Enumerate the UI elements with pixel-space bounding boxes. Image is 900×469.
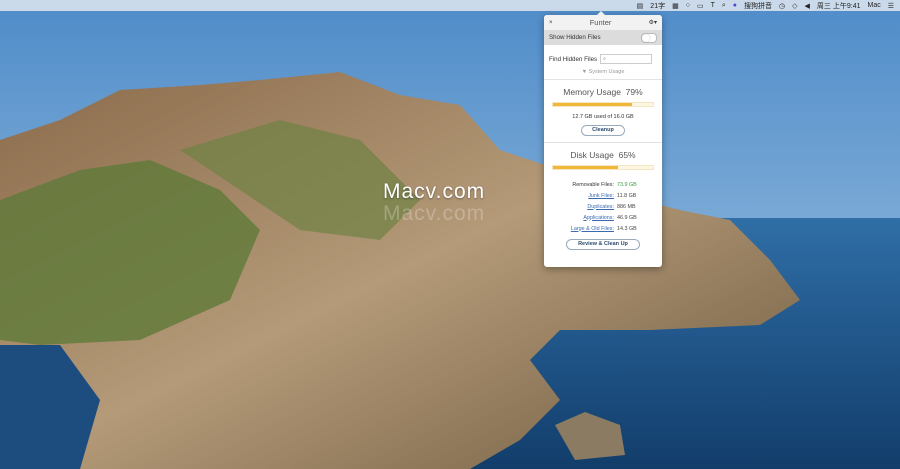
show-hidden-label: Show Hidden Files (549, 34, 601, 41)
disk-stat-value: 14.3 GB (617, 225, 637, 232)
cleanup-button[interactable]: Cleanup (581, 125, 625, 136)
grid-icon[interactable]: ▦ (672, 2, 679, 10)
system-usage-label: System Usage (588, 69, 625, 75)
disk-stat-value: 11.8 GB (617, 192, 637, 199)
watermark-shadow: Macv.com (383, 202, 486, 225)
user-name[interactable]: Mac (867, 2, 880, 9)
time-machine-icon[interactable]: ◷ (779, 2, 785, 10)
menu-bar: ▤ 21字 ▦ ○ ▭ T ⌕ ● 搜狗拼音 ◷ ◇ ◀ 周三 上午9:41 M… (0, 0, 900, 11)
memory-usage-percent: 79% (625, 87, 643, 97)
clock[interactable]: 周三 上午9:41 (817, 1, 861, 11)
find-hidden-label: Find Hidden Files (549, 55, 598, 63)
find-hidden-input[interactable]: ⌕ (600, 54, 653, 64)
circle-icon[interactable]: ○ (686, 2, 690, 9)
input-method[interactable]: 搜狗拼音 (744, 1, 772, 11)
disk-stat-row: Removable Files: 73.9 GB (544, 179, 662, 190)
memory-usage-note: 12.7 GB used of 16.0 GB (572, 114, 634, 120)
disk-stat-link[interactable]: Large & Old Files: (571, 226, 614, 232)
siri-icon[interactable]: ● (733, 2, 737, 9)
show-hidden-toggle[interactable] (641, 32, 657, 43)
watermark: Macv.com (383, 180, 486, 203)
popup-title: Funter (589, 18, 612, 27)
disk-stat-value: 886 MB (617, 203, 636, 210)
search-icon[interactable]: ⌕ (722, 2, 726, 10)
disk-stat-label: Removable Files: (572, 181, 614, 188)
gear-icon[interactable]: ⚙▾ (649, 19, 657, 26)
disk-stat-row: Junk Files: 11.8 GB (544, 190, 662, 201)
close-icon[interactable]: × (549, 20, 553, 26)
search-icon: ⌕ (603, 56, 606, 62)
disk-stat-value: 73.9 GB (617, 181, 637, 188)
review-clean-up-button[interactable]: Review & Clean Up (566, 239, 640, 250)
funter-popup: × Funter ⚙▾ Show Hidden Files Find Hidde… (544, 11, 662, 267)
disk-usage-bar (552, 165, 654, 170)
memory-usage-label: Memory Usage (563, 87, 621, 97)
disk-stat-row: Applications: 46.9 GB (544, 212, 662, 223)
word-count[interactable]: 21字 (650, 1, 665, 11)
desktop-wallpaper (0, 0, 900, 469)
volume-icon[interactable]: ◀ (805, 2, 810, 10)
disk-usage-percent: 65% (618, 150, 636, 160)
screen-icon[interactable]: ▭ (697, 2, 704, 10)
disk-stat-row: Duplicates: 886 MB (544, 201, 662, 212)
memory-usage-bar (552, 102, 654, 107)
menubar-icon[interactable]: ▤ (637, 2, 644, 10)
disk-stat-link[interactable]: Duplicates: (587, 204, 614, 210)
disk-stat-row: Large & Old Files: 14.3 GB (544, 223, 662, 234)
wifi-icon[interactable]: ◇ (792, 2, 797, 10)
disk-usage-label: Disk Usage (570, 150, 614, 160)
system-usage-toggle[interactable]: ▼ System Usage (544, 69, 662, 80)
disk-stat-link[interactable]: Junk Files: (588, 193, 614, 199)
list-icon[interactable]: ☰ (888, 2, 894, 10)
disk-usage-fill (553, 166, 618, 169)
disk-stat-value: 46.9 GB (617, 214, 637, 221)
memory-usage-fill (553, 103, 632, 106)
disk-stat-link[interactable]: Applications: (583, 215, 614, 221)
text-icon[interactable]: T (711, 2, 715, 9)
